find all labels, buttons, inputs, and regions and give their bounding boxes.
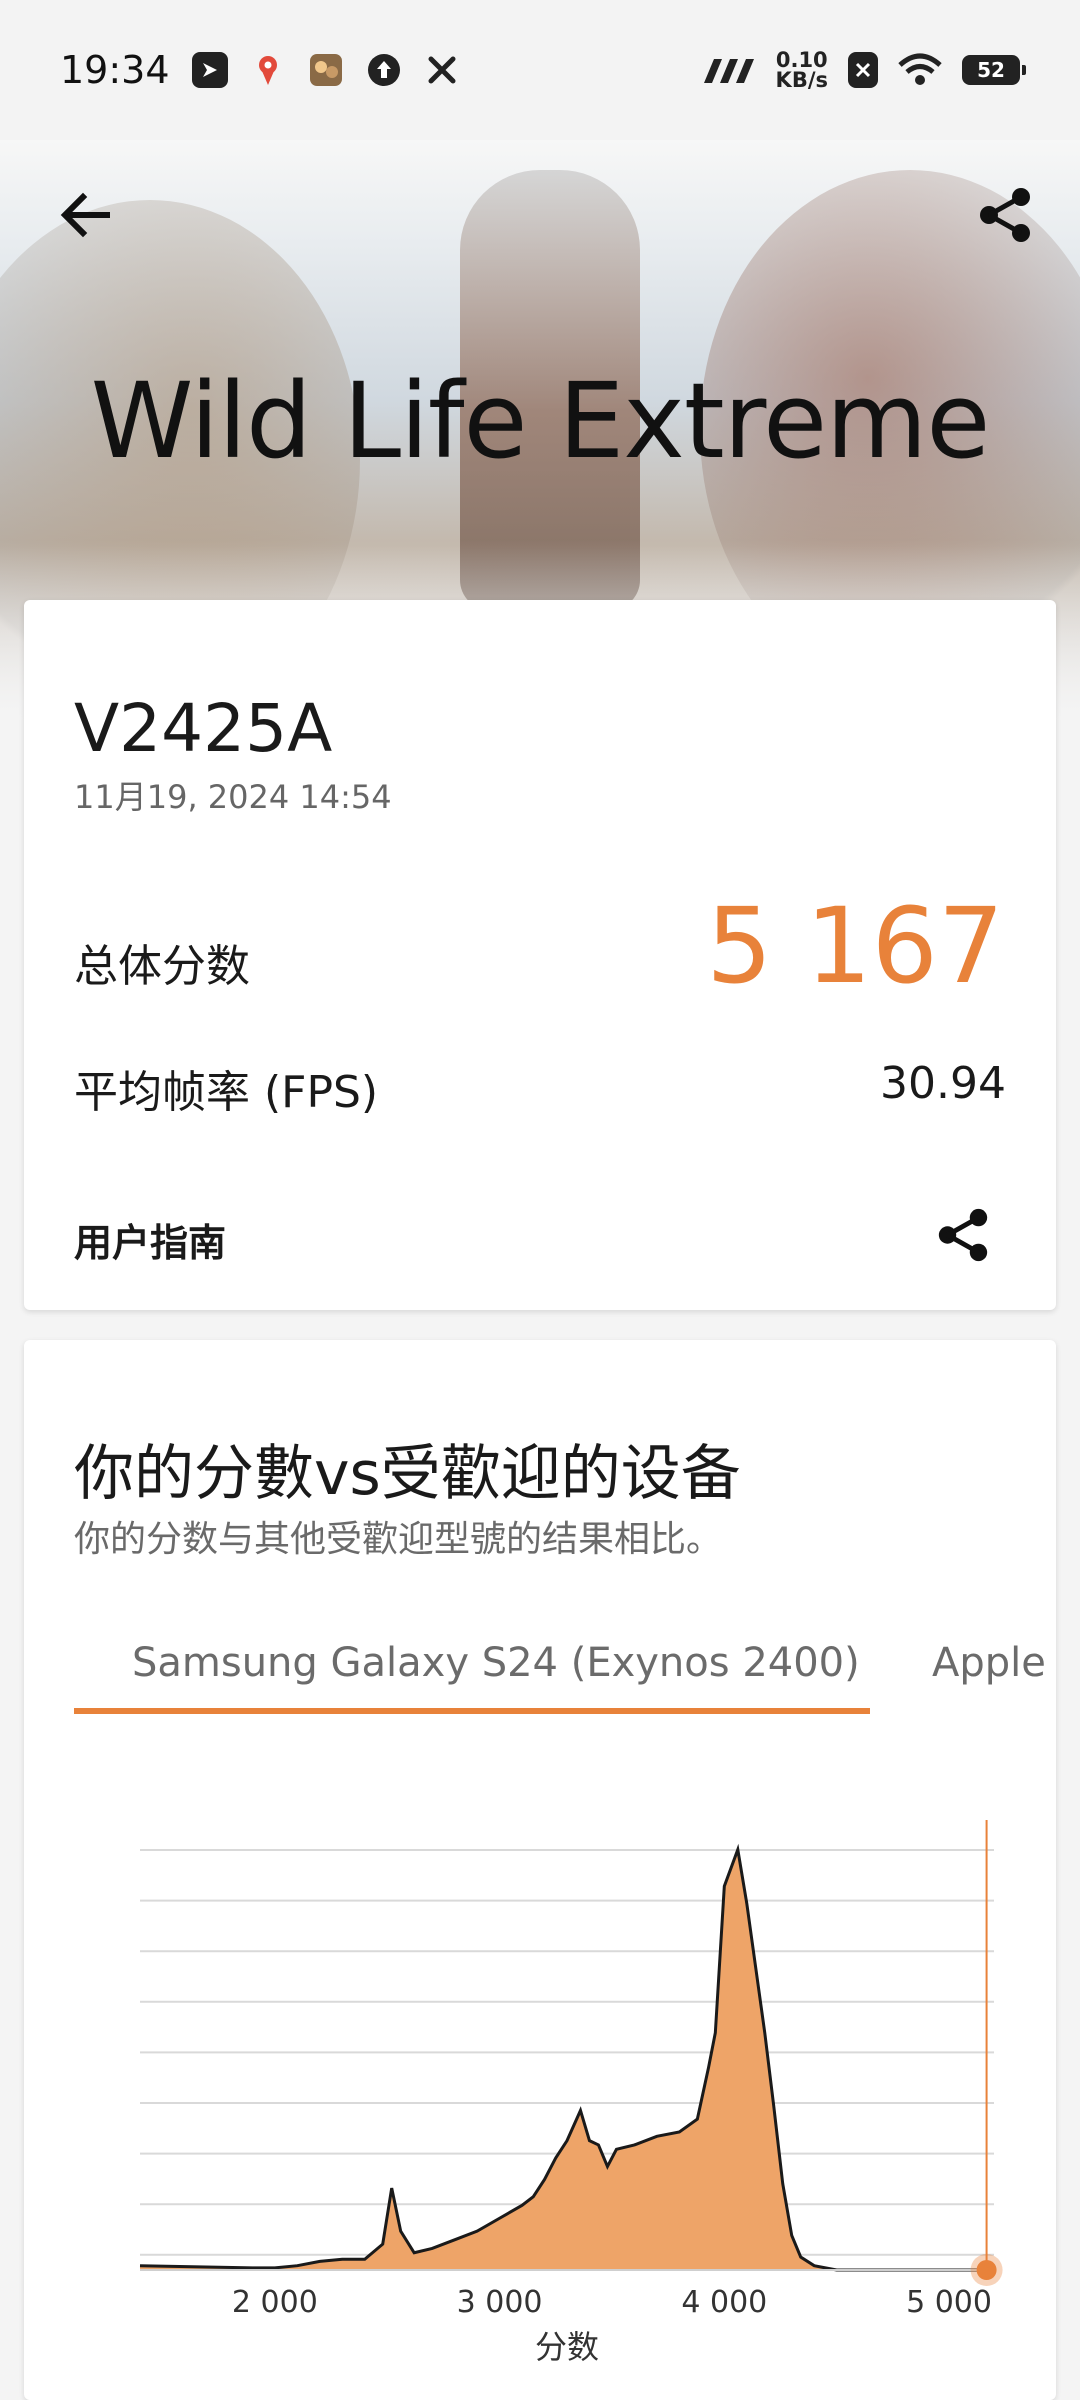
device-name: V2425A [74, 690, 333, 767]
x-axis-label: 分数 [535, 2328, 599, 2366]
status-bar: 19:34 0.10 KB/s 52 [0, 0, 1080, 140]
back-button[interactable] [50, 180, 120, 250]
comparison-title: 你的分數vs受歡迎的设备 [74, 1439, 741, 1509]
x-tick-label: 4 000 [681, 2285, 767, 2320]
battery-icon: 52 [962, 55, 1026, 85]
overall-score-value: 5 167 [706, 885, 1004, 1007]
tools-icon [424, 52, 460, 88]
map-pin-icon [250, 52, 286, 88]
status-left: 19:34 [60, 48, 460, 92]
upload-icon [366, 52, 402, 88]
tab-samsung-galaxy-s24[interactable]: Samsung Galaxy S24 (Exynos 2400) [132, 1640, 860, 1686]
device-tabs: Samsung Galaxy S24 (Exynos 2400) Apple [74, 1640, 1056, 1714]
share-button[interactable] [970, 180, 1040, 250]
no-sim-icon [848, 52, 878, 88]
result-card: V2425A 11月19, 2024 14:54 总体分数 5 167 平均帧率… [24, 600, 1056, 1310]
share-icon [980, 188, 1030, 242]
overall-score-label: 总体分数 [74, 941, 250, 992]
distribution-area [140, 1849, 994, 2270]
network-speed-value: 0.10 [775, 48, 828, 72]
x-tick-label: 5 000 [906, 2285, 992, 2320]
fps-value: 30.94 [880, 1058, 1006, 1109]
network-speed-unit: KB/s [775, 68, 828, 92]
x-tick-label: 2 000 [232, 2285, 318, 2320]
comparison-subtitle: 你的分数与其他受歡迎型號的结果相比。 [74, 1519, 723, 1560]
share-icon [938, 1208, 988, 1262]
network-speed: 0.10 KB/s [775, 48, 828, 92]
share-result-button[interactable] [928, 1200, 998, 1270]
wifi-icon [898, 52, 942, 88]
tab-apple[interactable]: Apple [932, 1640, 1046, 1686]
notification-app-icon [191, 52, 228, 88]
game-app-icon [308, 52, 344, 88]
x-tick-label: 3 000 [457, 2285, 543, 2320]
signal-icon [700, 52, 756, 88]
status-time: 19:34 [60, 48, 170, 92]
tab-selected-indicator [74, 1708, 870, 1714]
status-right: 0.10 KB/s 52 [700, 48, 1026, 92]
fps-label: 平均帧率 (FPS) [74, 1067, 379, 1118]
your-score-marker-dot [976, 2260, 997, 2280]
comparison-card: 你的分數vs受歡迎的设备 你的分数与其他受歡迎型號的结果相比。 Samsung … [24, 1340, 1056, 2400]
test-date: 11月19, 2024 14:54 [74, 778, 392, 816]
user-guide-link[interactable]: 用户指南 [74, 1212, 226, 1267]
benchmark-title: Wild Life Extreme [90, 360, 991, 482]
score-distribution-chart: 2 000 3 000 4 000 5 000 分数 [139, 1820, 1003, 2366]
arrow-left-icon [60, 192, 110, 238]
